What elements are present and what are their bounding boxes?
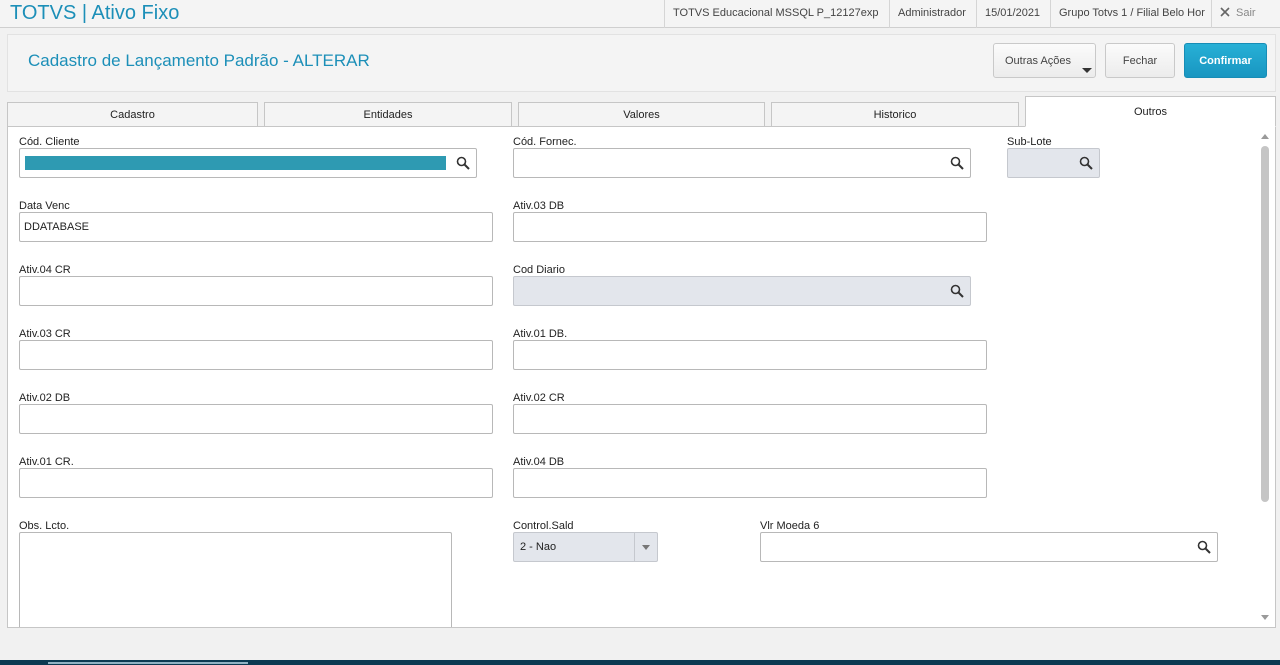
vlr-moeda6-field[interactable] (760, 532, 1218, 562)
cod-cliente-field[interactable] (19, 148, 477, 178)
scroll-up-arrow-icon[interactable] (1261, 134, 1269, 139)
search-icon[interactable] (456, 156, 470, 170)
ativ04-db-field[interactable] (513, 468, 987, 498)
ativ02-cr-field[interactable] (513, 404, 987, 434)
exit-label: Sair (1236, 7, 1256, 19)
data-venc-label: Data Venc (19, 200, 70, 212)
cod-fornec-field[interactable] (513, 148, 971, 178)
confirm-button[interactable]: Confirmar (1184, 43, 1267, 78)
ativ01-db-field[interactable] (513, 340, 987, 370)
ativ02-cr-label: Ativ.02 CR (513, 392, 565, 404)
date-label: 15/01/2021 (976, 0, 1050, 28)
app-window: TOTVS | Ativo Fixo TOTVS Educacional MSS… (0, 0, 1280, 665)
sub-lote-label: Sub-Lote (1007, 136, 1052, 148)
ativ02-db-field[interactable] (19, 404, 493, 434)
obs-lcto-textarea[interactable] (19, 532, 452, 627)
environment-label: TOTVS Educacional MSSQL P_12127exp (664, 0, 889, 28)
search-icon[interactable] (950, 156, 964, 170)
search-icon[interactable] (950, 284, 964, 298)
page-header: Cadastro de Lançamento Padrão - ALTERAR … (7, 34, 1276, 92)
control-sald-select[interactable]: 2 - Nao (513, 532, 658, 562)
tab-entidades[interactable]: Entidades (264, 102, 512, 126)
bottom-border (0, 660, 1280, 665)
branch-label: Grupo Totvs 1 / Filial Belo Hor (1050, 0, 1211, 28)
ativ01-cr-field[interactable] (19, 468, 493, 498)
ativ03-db-label: Ativ.03 DB (513, 200, 565, 212)
close-button[interactable]: Fechar (1105, 43, 1175, 78)
top-bar: TOTVS | Ativo Fixo TOTVS Educacional MSS… (0, 0, 1280, 28)
search-icon[interactable] (1079, 156, 1093, 170)
search-icon[interactable] (1197, 540, 1211, 554)
ativ03-db-field[interactable] (513, 212, 987, 242)
tab-valores[interactable]: Valores (518, 102, 765, 126)
more-actions-label: Outras Ações (1005, 55, 1072, 67)
cod-diario-label: Cod Diario (513, 264, 565, 276)
tab-cadastro[interactable]: Cadastro (7, 102, 258, 126)
ativ02-db-label: Ativ.02 DB (19, 392, 71, 404)
sub-lote-field[interactable] (1007, 148, 1100, 178)
chevron-down-icon (1082, 68, 1092, 73)
ativ03-cr-label: Ativ.03 CR (19, 328, 71, 340)
tab-historico[interactable]: Historico (771, 102, 1019, 126)
selected-text-highlight (25, 156, 446, 170)
scrollbar-thumb[interactable] (1261, 146, 1269, 502)
user-label: Administrador (889, 0, 976, 28)
taskbar-highlight (48, 662, 248, 664)
chevron-down-icon[interactable] (634, 533, 657, 561)
tab-outros[interactable]: Outros (1025, 96, 1276, 127)
ativ04-cr-label: Ativ.04 CR (19, 264, 71, 276)
vertical-scrollbar[interactable] (1256, 128, 1274, 626)
vlr-moeda6-label: Vlr Moeda 6 (760, 520, 820, 532)
control-sald-label: Control.Sald (513, 520, 574, 532)
obs-lcto-label: Obs. Lcto. (19, 520, 70, 532)
ativ03-cr-field[interactable] (19, 340, 493, 370)
ativ04-cr-field[interactable] (19, 276, 493, 306)
ativ01-cr-label: Ativ.01 CR. (19, 456, 74, 468)
ativ04-db-label: Ativ.04 DB (513, 456, 565, 468)
page-title: Cadastro de Lançamento Padrão - ALTERAR (28, 51, 370, 70)
cod-diario-field[interactable] (513, 276, 971, 306)
cod-cliente-label: Cód. Cliente (19, 136, 80, 148)
ativ01-db-label: Ativ.01 DB. (513, 328, 568, 340)
close-icon (1220, 7, 1230, 17)
app-title: TOTVS | Ativo Fixo (10, 2, 180, 24)
exit-button[interactable]: Sair (1211, 0, 1280, 28)
control-sald-value: 2 - Nao (520, 541, 557, 553)
scroll-down-arrow-icon[interactable] (1261, 615, 1269, 620)
more-actions-button[interactable]: Outras Ações (993, 43, 1096, 78)
cod-fornec-label: Cód. Fornec. (513, 136, 577, 148)
data-venc-field[interactable]: DDATABASE (19, 212, 493, 242)
